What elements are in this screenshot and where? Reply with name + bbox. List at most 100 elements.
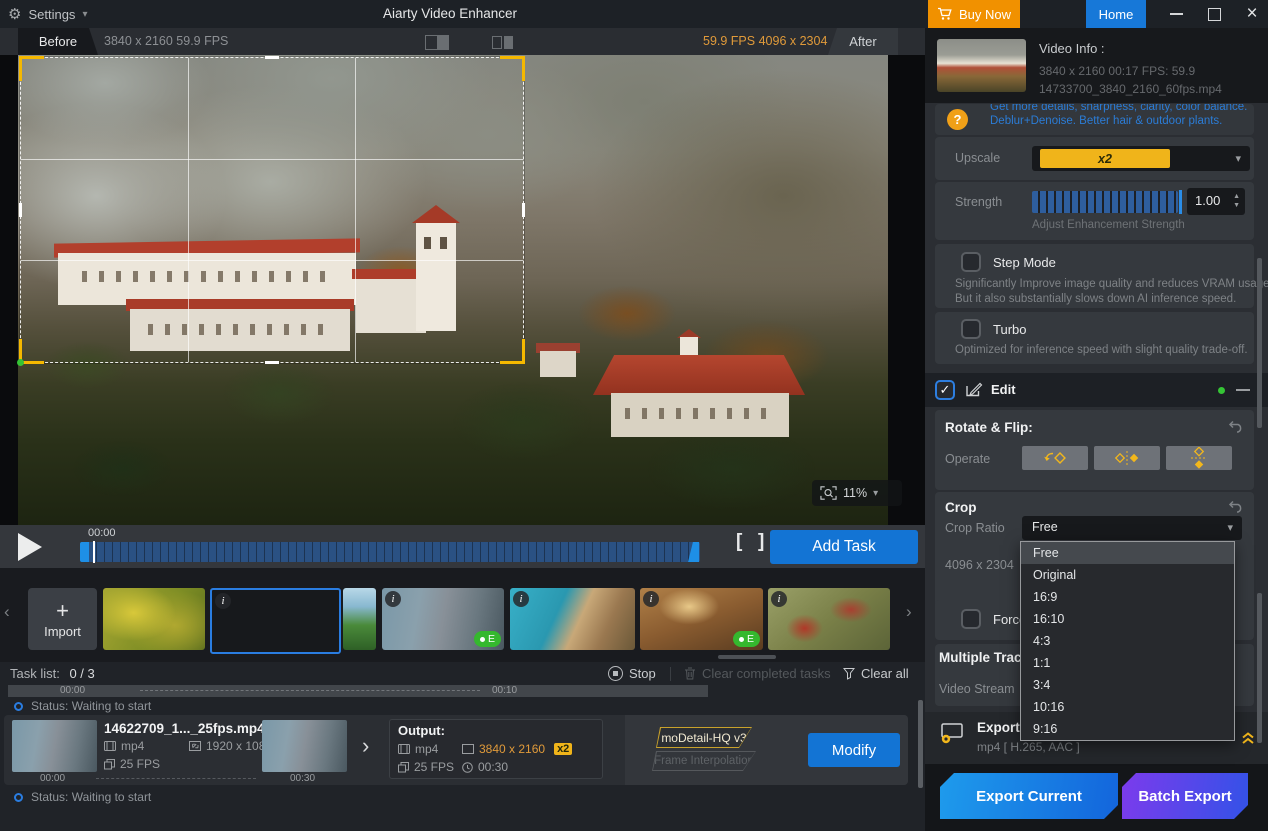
batch-export-button[interactable]: Batch Export (1122, 773, 1248, 819)
timeline-start-marker[interactable] (80, 542, 89, 562)
crop-selection[interactable] (20, 57, 524, 363)
spinner-arrows-icon[interactable]: ▲▼ (1233, 192, 1240, 210)
trim-in-icon[interactable]: [ (736, 531, 742, 553)
tab-before[interactable]: Before (18, 28, 98, 55)
preview-stage[interactable]: 11% ▾ (0, 55, 925, 525)
turbo-desc: Optimized for inference speed with sligh… (955, 344, 1248, 356)
timeline-cursor[interactable] (93, 541, 95, 563)
step-mode-checkbox[interactable] (961, 252, 981, 272)
crop-ratio-select[interactable]: Free ▾ (1022, 516, 1242, 540)
video-info-section: Video Info : 3840 x 2160 00:17 FPS: 59.9… (925, 28, 1268, 103)
home-button[interactable]: Home (1086, 0, 1146, 28)
force-checkbox[interactable] (961, 609, 981, 629)
help-icon[interactable]: ? (947, 109, 968, 130)
buy-now-button[interactable]: Buy Now (928, 0, 1020, 28)
media-thumb-ruins[interactable]: i E (382, 588, 504, 650)
zoom-control[interactable]: 11% ▾ (812, 480, 902, 506)
import-button[interactable]: + Import (28, 588, 97, 650)
crop-ratio-option[interactable]: 9:16 (1021, 718, 1234, 740)
crop-ratio-option[interactable]: 16:10 (1021, 608, 1234, 630)
task2-fps: 25 FPS (104, 757, 160, 771)
strength-slider-handle[interactable] (1179, 190, 1182, 214)
upscale-select[interactable]: x2 ▾ (1032, 146, 1250, 171)
crop-ratio-option[interactable]: 10:16 (1021, 696, 1234, 718)
info-icon[interactable]: i (215, 593, 231, 609)
modify-button[interactable]: Modify (808, 733, 900, 767)
play-button[interactable] (18, 533, 42, 561)
media-thumb-beach[interactable]: i (510, 588, 635, 650)
video-info-meta: 3840 x 2160 00:17 FPS: 59.9 (1039, 64, 1195, 78)
task1-timeline[interactable]: 00:00 00:10 (8, 685, 708, 697)
media-thumb-leaves[interactable] (103, 588, 205, 650)
flip-horizontal-button[interactable] (1094, 446, 1160, 470)
crop-handle-top[interactable] (265, 56, 279, 59)
chevron-down-icon: ▾ (1227, 521, 1233, 534)
maximize-button[interactable] (1198, 0, 1230, 28)
media-thumb-monastery-selected[interactable]: i (210, 588, 341, 654)
playhead-time: 00:00 (88, 527, 116, 539)
crop-handle-bottom[interactable] (265, 361, 279, 364)
enabled-dot-icon (1218, 387, 1225, 394)
media-thumb-autumn[interactable]: i E (640, 588, 763, 650)
panel-scrollbar[interactable] (1257, 593, 1262, 743)
task-count: 0 / 3 (69, 666, 94, 681)
info-icon[interactable]: i (385, 591, 401, 607)
crop-handle-right[interactable] (522, 203, 525, 217)
crop-ratio-option[interactable]: Free (1021, 542, 1234, 564)
clear-all-button[interactable]: Clear all (843, 666, 909, 681)
zoom-level: 11% (843, 486, 867, 500)
add-task-button[interactable]: Add Task (770, 530, 918, 564)
strength-slider[interactable] (1032, 191, 1178, 213)
strip-scrollbar[interactable] (718, 655, 776, 659)
clear-completed-button[interactable]: Clear completed tasks (684, 666, 831, 681)
export-format: mp4 [ H.265, AAC ] (977, 740, 1080, 754)
info-icon[interactable]: i (643, 591, 659, 607)
info-icon[interactable]: i (513, 591, 529, 607)
strength-spinner[interactable]: 1.00 ▲▼ (1187, 188, 1245, 215)
crop-handle-left[interactable] (19, 203, 22, 217)
export-buttons-row: Export Current Batch Export (925, 764, 1268, 831)
crop-ratio-option[interactable]: 3:4 (1021, 674, 1234, 696)
media-thumb-mountain[interactable] (343, 588, 376, 650)
rotate-flip-title: Rotate & Flip: (945, 420, 1033, 435)
panel-scrollbar[interactable] (1257, 258, 1262, 428)
task-list-scrollbar[interactable] (918, 700, 923, 788)
strip-scroll-left-icon[interactable]: ‹ (4, 602, 10, 622)
info-icon[interactable]: i (771, 591, 787, 607)
timeline-track[interactable] (80, 542, 700, 562)
crop-handle-br[interactable] (500, 339, 525, 364)
trim-out-icon[interactable]: ] (758, 531, 764, 553)
undo-icon[interactable] (1227, 500, 1244, 513)
task2-output-box: Output: mp4 3840 x 2160 x2 25 FPS 00:30 (389, 719, 603, 779)
collapse-up-icon[interactable] (1240, 731, 1256, 745)
undo-icon[interactable] (1227, 420, 1244, 433)
rotate-button[interactable] (1022, 446, 1088, 470)
crop-ratio-option[interactable]: 16:9 (1021, 586, 1234, 608)
crop-handle-tl[interactable] (19, 56, 44, 81)
titlebar: ⚙ Settings ▾ Aiarty Video Enhancer Buy N… (0, 0, 1268, 28)
minimize-button[interactable] (1160, 0, 1192, 28)
edit-checkbox[interactable]: ✓ (935, 380, 955, 400)
crop-ratio-value: Free (1032, 520, 1058, 534)
side-by-side-icon[interactable] (492, 36, 513, 49)
model-badge[interactable]: moDetail-HQ v3 (656, 727, 752, 748)
lower-building (611, 393, 789, 437)
plus-icon: + (56, 600, 69, 622)
close-button[interactable]: × (1236, 0, 1268, 28)
strip-scroll-right-icon[interactable]: › (906, 602, 912, 622)
turbo-checkbox[interactable] (961, 319, 981, 339)
crop-handle-tr[interactable] (500, 56, 525, 81)
task2-row[interactable]: 00:00 14622709_1..._25fps.mp4 mp4 1920 x… (4, 715, 908, 785)
flip-vertical-button[interactable] (1166, 446, 1232, 470)
video-info-label: Video Info : (1039, 41, 1105, 56)
collapse-icon[interactable] (1236, 389, 1250, 391)
rotate-flip-section: Rotate & Flip: Operate (935, 410, 1254, 490)
crop-ratio-option[interactable]: 4:3 (1021, 630, 1234, 652)
export-current-button[interactable]: Export Current (940, 773, 1118, 819)
crop-ratio-option[interactable]: 1:1 (1021, 652, 1234, 674)
media-thumb-houses[interactable]: i (768, 588, 890, 650)
split-view-icon[interactable] (425, 35, 449, 50)
crop-ratio-option[interactable]: Original (1021, 564, 1234, 586)
tab-after[interactable]: After (828, 28, 898, 55)
stop-button[interactable]: Stop (608, 666, 656, 681)
